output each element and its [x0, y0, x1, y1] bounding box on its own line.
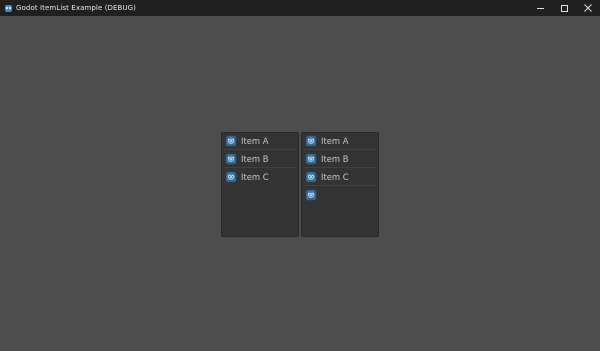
- list-item[interactable]: Item B: [301, 150, 379, 168]
- list-item[interactable]: [301, 186, 379, 204]
- list-item[interactable]: Item A: [221, 132, 299, 150]
- item-list-right[interactable]: Item A Item B Item C: [301, 132, 379, 237]
- godot-icon: [225, 153, 237, 165]
- godot-icon: [5, 4, 12, 12]
- godot-icon: [305, 189, 317, 201]
- close-button[interactable]: [576, 0, 600, 16]
- maximize-icon: [560, 4, 568, 12]
- list-item-label: Item A: [321, 136, 349, 146]
- minimize-button[interactable]: [528, 0, 552, 16]
- list-item-label: Item B: [321, 154, 349, 164]
- godot-icon: [225, 171, 237, 183]
- window-title: Godot ItemList Example (DEBUG): [16, 4, 137, 12]
- list-item[interactable]: Item C: [301, 168, 379, 186]
- window-controls: [528, 0, 600, 16]
- list-item[interactable]: Item C: [221, 168, 299, 186]
- minimize-icon: [536, 7, 544, 9]
- godot-icon: [305, 135, 317, 147]
- list-item[interactable]: Item B: [221, 150, 299, 168]
- list-item-label: Item C: [241, 172, 269, 182]
- close-icon: [584, 4, 592, 12]
- list-item-label: Item B: [241, 154, 269, 164]
- list-item-label: Item C: [321, 172, 349, 182]
- godot-icon: [305, 153, 317, 165]
- item-list-left[interactable]: Item A Item B Item C: [221, 132, 299, 237]
- godot-icon: [225, 135, 237, 147]
- godot-icon: [305, 171, 317, 183]
- maximize-button[interactable]: [552, 0, 576, 16]
- window-titlebar[interactable]: Godot ItemList Example (DEBUG): [0, 0, 600, 16]
- list-item[interactable]: Item A: [301, 132, 379, 150]
- list-item-label: Item A: [241, 136, 269, 146]
